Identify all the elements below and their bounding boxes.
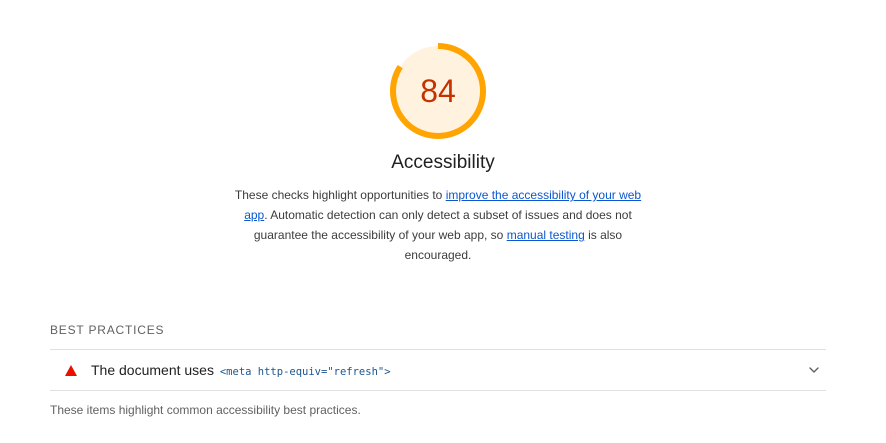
audit-title: The document uses <meta http-equiv="refr… — [91, 362, 391, 378]
category-description: These checks highlight opportunities to … — [233, 185, 643, 265]
audit-title-text: The document uses — [91, 362, 214, 378]
description-text-1: These checks highlight opportunities to — [234, 188, 446, 202]
audit-row-meta-refresh[interactable]: The document uses <meta http-equiv="refr… — [50, 350, 826, 390]
manual-testing-link[interactable]: manual testing — [507, 228, 585, 242]
category-title: Accessibility — [391, 152, 495, 173]
divider-bottom — [50, 390, 826, 391]
group-title: BEST PRACTICES — [50, 323, 165, 337]
score-gauge: 84 — [389, 42, 487, 140]
group-description: These items highlight common accessibili… — [50, 403, 361, 417]
chevron-down-icon[interactable] — [808, 364, 820, 376]
audit-title-code: <meta http-equiv="refresh"> — [219, 366, 391, 378]
score-value: 84 — [420, 73, 456, 109]
fail-triangle-icon — [65, 365, 77, 376]
